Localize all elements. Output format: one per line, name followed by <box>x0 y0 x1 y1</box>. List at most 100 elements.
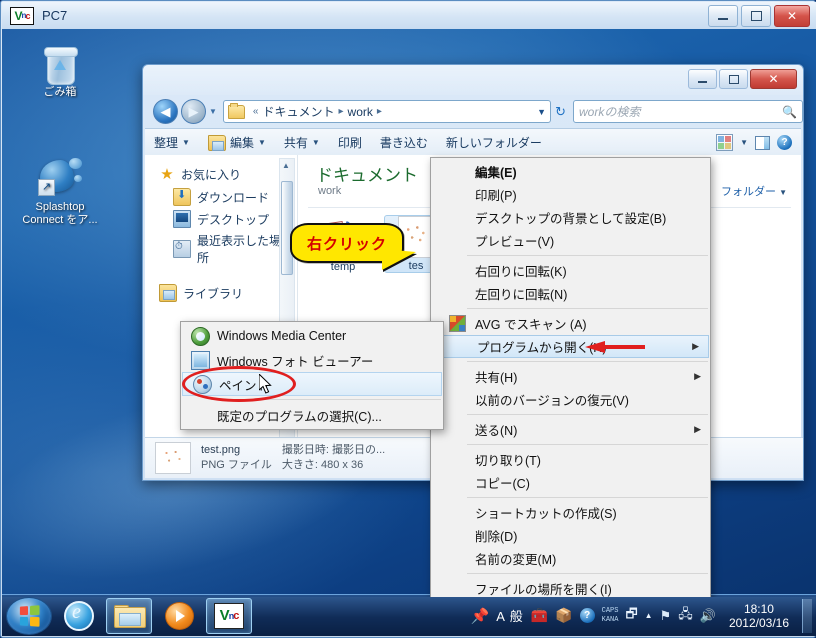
network-icon[interactable]: 🖧 <box>678 605 693 627</box>
annotation-callout-right-click: 右クリック <box>290 223 404 263</box>
menu-item-set-as-desktop-background[interactable]: デスクトップの背景として設定(B) <box>431 206 710 229</box>
submenu-item-windows-media-center[interactable]: Windows Media Center <box>181 324 443 348</box>
menu-item-label: コピー(C) <box>475 473 530 492</box>
caps-label: CAPS <box>602 607 619 616</box>
system-tray: 📌 A 般 🧰 📦 ? CAPS KANA 🗗 ▲ ⚑ 🖧 🔊 18:10 <box>471 599 816 633</box>
flag-icon[interactable]: ⚑ <box>660 608 672 624</box>
menu-item-open-with[interactable]: プログラムから開く(H) ▶ <box>432 335 709 358</box>
breadcrumb-separator-1: ▸ <box>339 106 344 117</box>
menu-item-edit[interactable]: 編集(E) <box>431 160 710 183</box>
menu-item-share[interactable]: 共有(H) ▶ <box>431 365 710 388</box>
vnc-maximize-button[interactable] <box>741 5 771 27</box>
print-button[interactable]: 印刷 <box>329 132 371 153</box>
sidebar-item-downloads[interactable]: ダウンロード <box>145 186 297 208</box>
recent-pages-caret-icon[interactable]: ▼ <box>209 107 217 116</box>
folder-icon <box>114 604 144 628</box>
new-folder-button[interactable]: 新しいフォルダー <box>437 132 551 153</box>
menu-item-label: 共有(H) <box>475 367 517 386</box>
vnc-icon: Vnc <box>214 603 244 629</box>
desktop-icon-recycle-bin-label: ごみ箱 <box>14 86 106 99</box>
taskbar-item-windows-media-player[interactable] <box>156 598 202 634</box>
ime-options-icon[interactable]: 🗗 <box>625 605 637 627</box>
menu-item-open-file-location[interactable]: ファイルの場所を開く(I) <box>431 577 710 597</box>
clock[interactable]: 18:10 2012/03/16 <box>723 602 795 630</box>
taskbar-item-windows-explorer[interactable] <box>106 598 152 634</box>
taskbar-item-internet-explorer[interactable] <box>56 598 102 634</box>
vnc-close-button[interactable]: ✕ <box>774 5 810 27</box>
address-bar[interactable]: « ドキュメント ▸ work ▸ ▼ <box>223 100 551 123</box>
breadcrumb-item-work[interactable]: work <box>348 105 373 119</box>
explorer-minimize-button[interactable] <box>688 69 717 89</box>
submenu-item-paint[interactable]: ペイント <box>182 372 442 396</box>
edit-label: 編集 <box>230 134 254 151</box>
address-dropdown-icon[interactable]: ▼ <box>537 107 546 117</box>
scroll-up-icon[interactable]: ▲ <box>282 161 290 170</box>
burn-button[interactable]: 書き込む <box>371 132 437 153</box>
menu-item-send-to[interactable]: 送る(N) ▶ <box>431 418 710 441</box>
menu-item-rotate-clockwise[interactable]: 右回りに回転(K) <box>431 259 710 282</box>
start-button[interactable] <box>6 597 52 635</box>
clock-time: 18:10 <box>729 602 789 616</box>
explorer-command-bar: 整理 ▼ 編集 ▼ 共有 ▼ 印刷 <box>145 128 801 157</box>
help-icon[interactable]: ? <box>777 135 792 150</box>
taskbar-item-vnc-viewer[interactable]: Vnc <box>206 598 252 634</box>
sidebar-item-desktop[interactable]: デスクトップ <box>145 208 297 230</box>
organize-button[interactable]: 整理 ▼ <box>145 132 199 153</box>
forward-button[interactable]: ▶ <box>181 99 206 124</box>
chevron-down-icon[interactable]: ▼ <box>740 138 748 147</box>
menu-item-copy[interactable]: コピー(C) <box>431 471 710 494</box>
menu-item-label: 切り取り(T) <box>475 450 541 469</box>
menu-item-rename[interactable]: 名前の変更(M) <box>431 547 710 570</box>
menu-item-restore-previous-versions[interactable]: 以前のバージョンの復元(V) <box>431 388 710 411</box>
edit-button[interactable]: 編集 ▼ <box>199 132 275 153</box>
menu-item-print[interactable]: 印刷(P) <box>431 183 710 206</box>
submenu-item-windows-photo-viewer[interactable]: Windows フォト ビューアー <box>181 348 443 372</box>
desktop-icon-recycle-bin[interactable]: ごみ箱 <box>14 39 106 99</box>
sidebar-item-libraries[interactable]: ライブラリ <box>145 281 297 305</box>
share-button[interactable]: 共有 ▼ <box>275 132 329 153</box>
submenu-item-choose-default-program[interactable]: 既定のプログラムの選択(C)... <box>181 403 443 427</box>
menu-item-rotate-counterclockwise[interactable]: 左回りに回転(N) <box>431 282 710 305</box>
back-button[interactable]: ◀ <box>153 99 178 124</box>
submenu-item-label: Windows フォト ビューアー <box>217 351 373 370</box>
star-icon: ★ <box>159 167 175 183</box>
details-name-column: test.png PNG ファイル <box>201 443 272 473</box>
change-view-icon[interactable] <box>716 134 733 151</box>
menu-separator <box>467 255 708 256</box>
search-box[interactable]: workの検索 🔍 <box>573 100 803 123</box>
arrange-by-control[interactable]: フォルダー ▼ <box>721 183 787 199</box>
menu-item-delete[interactable]: 削除(D) <box>431 524 710 547</box>
edit-icon <box>208 135 226 151</box>
action-center-icon[interactable]: 📌 <box>471 607 490 625</box>
ime-language-indicator[interactable]: A 般 <box>496 606 524 625</box>
kana-label: KANA <box>602 616 619 625</box>
open-with-submenu: Windows Media Center Windows フォト ビューアー ペ… <box>180 321 444 430</box>
menu-item-avg-scan[interactable]: AVG でスキャン (A) <box>431 312 710 335</box>
ime-pad-icon[interactable]: 📦 <box>555 607 572 624</box>
ime-caps-kana-indicator[interactable]: CAPS KANA <box>602 607 619 625</box>
menu-item-preview[interactable]: プレビュー(V) <box>431 229 710 252</box>
refresh-icon[interactable]: ↻ <box>555 104 566 120</box>
tray-overflow-icon[interactable]: ▲ <box>645 611 653 620</box>
sidebar-item-recent-places[interactable]: 最近表示した場所 <box>145 230 297 268</box>
ime-tool-icon[interactable]: 🧰 <box>531 607 548 624</box>
explorer-close-button[interactable]: ✕ <box>750 69 797 89</box>
vnc-minimize-button[interactable] <box>708 5 738 27</box>
desktop-icon-splashtop-connect[interactable]: ↗ Splashtop Connect をア... <box>14 154 106 227</box>
show-desktop-button[interactable] <box>802 599 812 633</box>
menu-item-create-shortcut[interactable]: ショートカットの作成(S) <box>431 501 710 524</box>
breadcrumb-overflow[interactable]: « <box>253 106 259 117</box>
menu-item-label: ショートカットの作成(S) <box>475 503 617 522</box>
taskbar: Vnc 📌 A 般 🧰 📦 ? CAPS KANA 🗗 ▲ ⚑ 🖧 <box>2 594 816 636</box>
preview-pane-icon[interactable] <box>755 136 770 150</box>
volume-icon[interactable]: 🔊 <box>700 608 716 624</box>
explorer-maximize-button[interactable] <box>719 69 748 89</box>
explorer-navigation-bar: ◀ ▶ ▼ « ドキュメント ▸ work ▸ ▼ ↻ workの検索 <box>143 95 803 128</box>
submenu-item-label: 既定のプログラムの選択(C)... <box>217 406 382 425</box>
avg-icon <box>449 315 466 332</box>
ime-help-icon[interactable]: ? <box>580 608 595 623</box>
menu-item-cut[interactable]: 切り取り(T) <box>431 448 710 471</box>
menu-item-label: ファイルの場所を開く(I) <box>475 579 612 597</box>
sidebar-item-favorites[interactable]: ★ お気に入り <box>145 163 297 186</box>
breadcrumb-item-documents[interactable]: ドキュメント <box>262 103 334 120</box>
